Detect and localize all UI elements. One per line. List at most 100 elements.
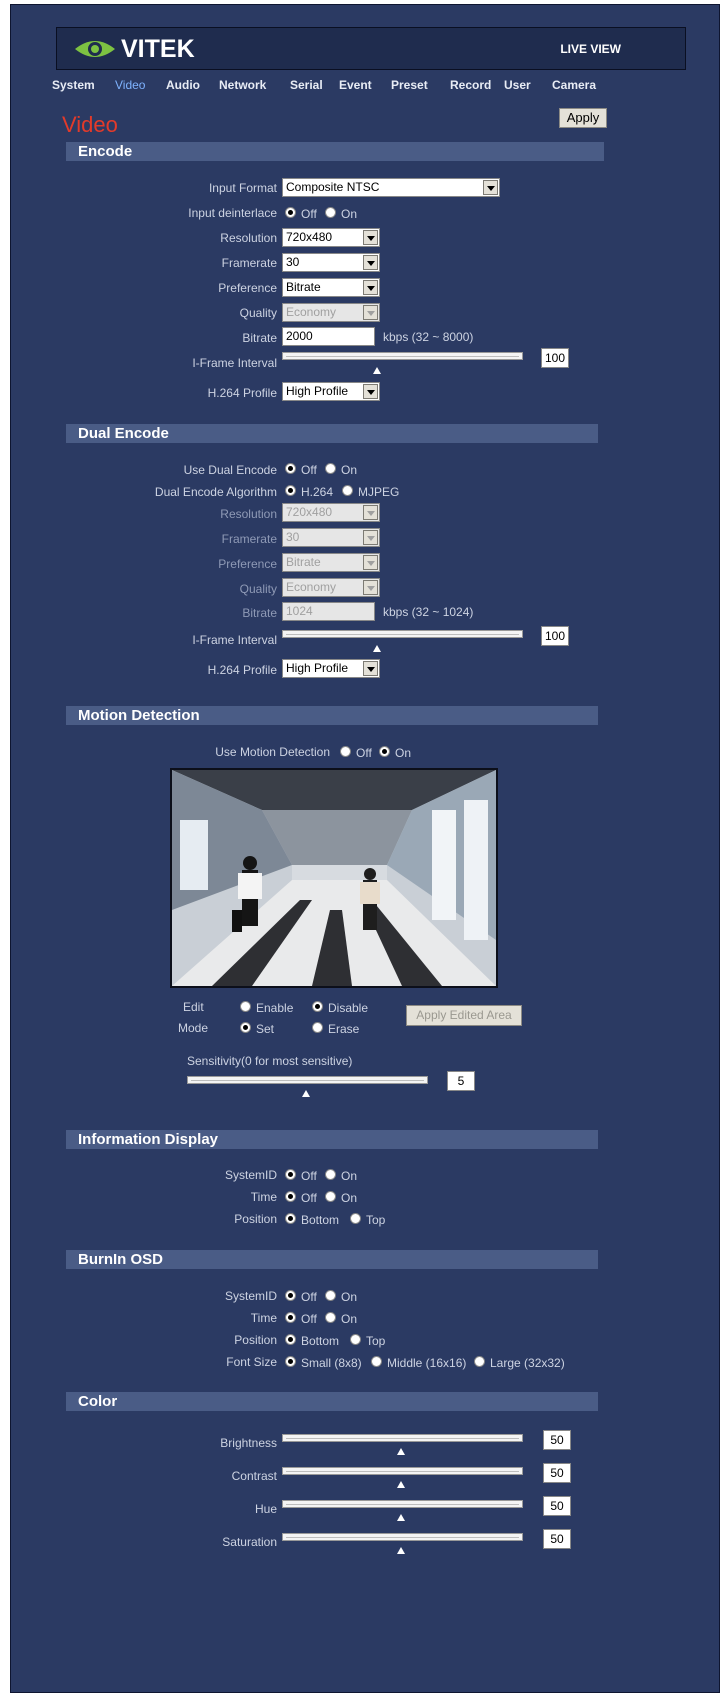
info-position-bottom-radio[interactable] — [285, 1213, 296, 1224]
burnin-time-on-radio[interactable] — [325, 1312, 336, 1323]
motion-on-radio[interactable] — [379, 746, 390, 757]
burnin-systemid-off-radio[interactable] — [285, 1290, 296, 1301]
sensitivity-slider-thumb[interactable] — [302, 1090, 310, 1097]
info-time-on-label: On — [341, 1191, 358, 1205]
contrast-value: 50 — [543, 1463, 571, 1483]
preference-select[interactable]: Bitrate — [282, 278, 380, 297]
motion-off-radio[interactable] — [340, 746, 351, 757]
contrast-slider[interactable] — [282, 1467, 523, 1475]
mode-erase-radio[interactable] — [312, 1022, 323, 1033]
quality-select[interactable]: Economy — [282, 303, 380, 322]
chevron-down-icon — [363, 305, 378, 320]
burnin-systemid-on-radio[interactable] — [325, 1290, 336, 1301]
profile-select[interactable]: High Profile — [282, 382, 380, 401]
saturation-label: Saturation — [222, 1535, 277, 1549]
dual-on-radio[interactable] — [325, 463, 336, 474]
dual-preference-select[interactable]: Bitrate — [282, 553, 380, 572]
nav-audio[interactable]: Audio — [166, 78, 200, 92]
hue-value: 50 — [543, 1496, 571, 1516]
saturation-slider-thumb[interactable] — [397, 1547, 405, 1554]
info-systemid-on-radio[interactable] — [325, 1169, 336, 1180]
mode-erase-label: Erase — [328, 1022, 360, 1036]
burnin-time-off-label: Off — [301, 1312, 317, 1326]
section-dual-encode-header: Dual Encode — [66, 424, 598, 443]
bitrate-input[interactable]: 2000 — [282, 327, 375, 346]
hue-slider-thumb[interactable] — [397, 1514, 405, 1521]
dual-iframe-slider-thumb[interactable] — [373, 645, 381, 652]
brightness-label: Brightness — [220, 1436, 277, 1450]
burnin-time-label: Time — [250, 1311, 277, 1325]
framerate-select[interactable]: 30 — [282, 253, 380, 272]
info-time-on-radio[interactable] — [325, 1191, 336, 1202]
burnin-position-top-label: Top — [366, 1334, 386, 1348]
nav-system[interactable]: System — [52, 78, 95, 92]
nav-video[interactable]: Video — [115, 78, 145, 92]
deinterlace-off-radio[interactable] — [285, 207, 296, 218]
dual-bitrate-input[interactable]: 1024 — [282, 602, 375, 621]
burnin-time-off-radio[interactable] — [285, 1312, 296, 1323]
profile-value: High Profile — [286, 384, 349, 398]
apply-edited-area-button[interactable]: Apply Edited Area — [406, 1005, 522, 1026]
algo-h264-radio[interactable] — [285, 485, 296, 496]
use-dual-label: Use Dual Encode — [183, 463, 277, 477]
nav-serial[interactable]: Serial — [290, 78, 323, 92]
dual-quality-select[interactable]: Economy — [282, 578, 380, 597]
input-format-value: Composite NTSC — [286, 180, 380, 194]
motion-off-label: Off — [356, 746, 372, 760]
info-time-off-label: Off — [301, 1191, 317, 1205]
mode-set-radio[interactable] — [240, 1022, 251, 1033]
brightness-slider[interactable] — [282, 1434, 523, 1442]
dual-resolution-select[interactable]: 720x480 — [282, 503, 380, 522]
nav-camera[interactable]: Camera — [552, 78, 596, 92]
fontsize-middle-label: Middle (16x16) — [387, 1356, 467, 1370]
edit-enable-radio[interactable] — [240, 1001, 251, 1012]
dual-iframe-slider[interactable] — [282, 630, 523, 638]
algo-mjpeg-label: MJPEG — [358, 485, 400, 499]
info-time-off-radio[interactable] — [285, 1191, 296, 1202]
dual-off-radio[interactable] — [285, 463, 296, 474]
contrast-slider-thumb[interactable] — [397, 1481, 405, 1488]
burnin-position-bottom-radio[interactable] — [285, 1334, 296, 1345]
input-format-label: Input Format — [208, 181, 277, 195]
hue-label: Hue — [254, 1502, 277, 1516]
dual-framerate-select[interactable]: 30 — [282, 528, 380, 547]
input-format-select[interactable]: Composite NTSC — [282, 178, 500, 197]
iframe-slider[interactable] — [282, 352, 523, 360]
deinterlace-on-radio[interactable] — [325, 207, 336, 218]
nav-network[interactable]: Network — [219, 78, 266, 92]
live-view-link[interactable]: LIVE VIEW — [560, 42, 621, 56]
nav-record[interactable]: Record — [450, 78, 491, 92]
chevron-down-icon — [363, 384, 378, 399]
nav-preset[interactable]: Preset — [391, 78, 428, 92]
dual-profile-select[interactable]: High Profile — [282, 659, 380, 678]
nav-event[interactable]: Event — [339, 78, 372, 92]
edit-label: Edit — [183, 1000, 204, 1014]
fontsize-large-radio[interactable] — [474, 1356, 485, 1367]
nav-user[interactable]: User — [504, 78, 531, 92]
burnin-time-on-label: On — [341, 1312, 358, 1326]
info-position-label: Position — [234, 1212, 277, 1226]
info-systemid-off-radio[interactable] — [285, 1169, 296, 1180]
iframe-slider-thumb[interactable] — [373, 367, 381, 374]
fontsize-small-radio[interactable] — [285, 1356, 296, 1367]
mode-set-label: Set — [256, 1022, 275, 1036]
camera-preview-image[interactable] — [170, 768, 498, 988]
algo-mjpeg-radio[interactable] — [342, 485, 353, 496]
fontsize-middle-radio[interactable] — [371, 1356, 382, 1367]
page-title: Video — [62, 112, 118, 137]
info-systemid-on-label: On — [341, 1169, 358, 1183]
resolution-select[interactable]: 720x480 — [282, 228, 380, 247]
chevron-down-icon — [363, 661, 378, 676]
section-motion-header: Motion Detection — [66, 706, 598, 725]
fontsize-large-label: Large (32x32) — [490, 1356, 565, 1370]
info-position-top-radio[interactable] — [350, 1213, 361, 1224]
brightness-slider-thumb[interactable] — [397, 1448, 405, 1455]
edit-disable-radio[interactable] — [312, 1001, 323, 1012]
hue-slider[interactable] — [282, 1500, 523, 1508]
dual-profile-value: High Profile — [286, 661, 349, 675]
burnin-position-top-radio[interactable] — [350, 1334, 361, 1345]
saturation-slider[interactable] — [282, 1533, 523, 1541]
sensitivity-slider[interactable] — [187, 1076, 428, 1084]
apply-button[interactable]: Apply — [559, 108, 607, 128]
algo-label: Dual Encode Algorithm — [154, 485, 277, 499]
